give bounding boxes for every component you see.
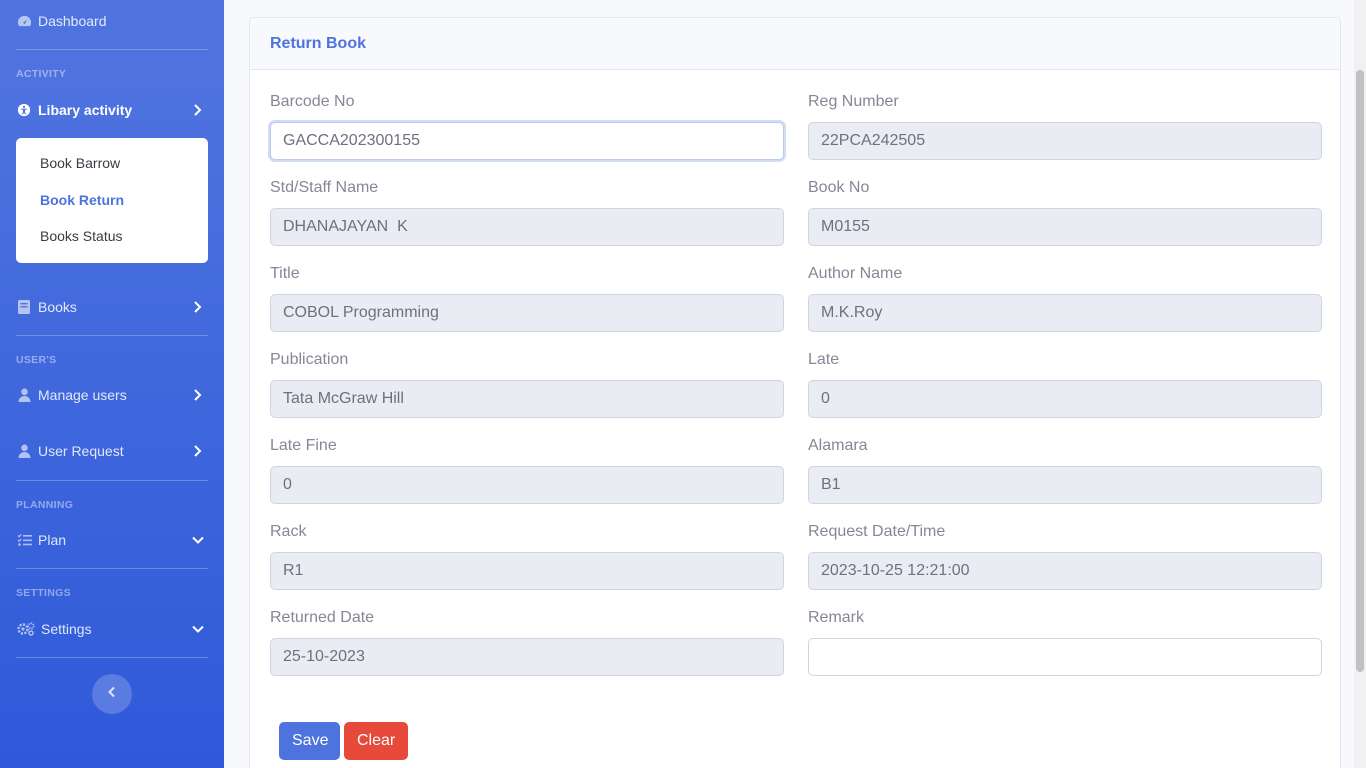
nav-libary-activity-label: Libary activity [38,102,133,118]
reg-number-label: Reg Number [808,93,899,110]
barcode-label: Barcode No [270,93,355,110]
chevron-down-icon [190,621,206,637]
sidebar-toggle-button[interactable] [92,674,132,714]
request-date-label: Request Date/Time [808,523,946,540]
nav-books-label: Books [38,299,77,315]
title-field[interactable] [270,294,784,332]
sidebar-heading-users: USER'S [16,354,57,366]
libary-activity-submenu: Book Barrow Book Return Books Status [16,138,208,263]
nav-plan-label: Plan [38,532,67,548]
chevron-right-icon [190,387,206,403]
return-book-card: Return Book Barcode No Reg Number Std/St… [249,17,1341,768]
tasks-icon [16,532,32,548]
returned-date-field[interactable] [270,638,784,676]
scrollbar-thumb[interactable] [1356,70,1364,672]
book-no-field[interactable] [808,208,1322,246]
rack-label: Rack [270,523,307,540]
returned-date-label: Returned Date [270,609,375,626]
user-icon [16,387,32,403]
publication-field[interactable] [270,380,784,418]
sidebar-heading-planning: PLANNING [16,499,74,511]
cogs-icon [16,621,35,637]
submenu-item-book-barrow[interactable]: Book Barrow [16,145,208,182]
late-label: Late [808,351,840,368]
tachometer-icon [16,13,32,29]
submenu-item-book-return[interactable]: Book Return [16,182,208,219]
staff-name-label: Std/Staff Name [270,179,379,196]
sidebar-divider [16,335,208,336]
submenu-item-books-status[interactable]: Books Status [16,218,208,255]
barcode-input[interactable] [270,122,784,160]
late-fine-field[interactable] [270,466,784,504]
chevron-down-icon [190,532,206,548]
user-icon [16,443,32,459]
late-fine-label: Late Fine [270,437,337,454]
book-no-label: Book No [808,179,870,196]
chevron-left-icon [107,685,117,703]
sidebar-divider [16,657,208,658]
nav-settings[interactable]: Settings [0,617,224,641]
nav-manage-users[interactable]: Manage users [0,383,224,407]
nav-books[interactable]: Books [0,295,224,319]
nav-user-request-label: User Request [38,443,124,459]
accessibility-icon [16,102,32,118]
card-header: Return Book [250,18,1340,70]
rack-field[interactable] [270,552,784,590]
save-button[interactable]: Save [279,722,340,760]
sidebar-divider [16,49,208,50]
sidebar-divider [16,568,208,569]
staff-name-field[interactable] [270,208,784,246]
sidebar-heading-settings: SETTINGS [16,587,71,599]
page-scrollbar[interactable] [1354,0,1366,768]
remark-input[interactable] [808,638,1322,676]
nav-plan[interactable]: Plan [0,528,224,552]
card-title: Return Book [270,34,366,52]
sidebar-heading-activity: ACTIVITY [16,68,67,80]
chevron-right-icon [190,102,206,118]
request-date-field[interactable] [808,552,1322,590]
nav-user-request[interactable]: User Request [0,439,224,463]
sidebar-divider [16,480,208,481]
author-name-label: Author Name [808,265,903,282]
nav-dashboard[interactable]: Dashboard [0,9,224,33]
remark-label: Remark [808,609,865,626]
sidebar: Dashboard ACTIVITY Libary activity Book … [0,0,224,768]
alamara-label: Alamara [808,437,868,454]
late-field[interactable] [808,380,1322,418]
nav-manage-users-label: Manage users [38,387,127,403]
chevron-right-icon [190,299,206,315]
alamara-field[interactable] [808,466,1322,504]
publication-label: Publication [270,351,349,368]
title-label: Title [270,265,300,282]
nav-settings-label: Settings [41,621,92,637]
main-content: Return Book Barcode No Reg Number Std/St… [224,0,1354,768]
clear-button[interactable]: Clear [344,722,408,760]
nav-dashboard-label: Dashboard [38,13,107,29]
author-name-field[interactable] [808,294,1322,332]
chevron-right-icon [190,443,206,459]
reg-number-field[interactable] [808,122,1322,160]
nav-libary-activity[interactable]: Libary activity [0,98,224,122]
book-icon [16,299,32,315]
